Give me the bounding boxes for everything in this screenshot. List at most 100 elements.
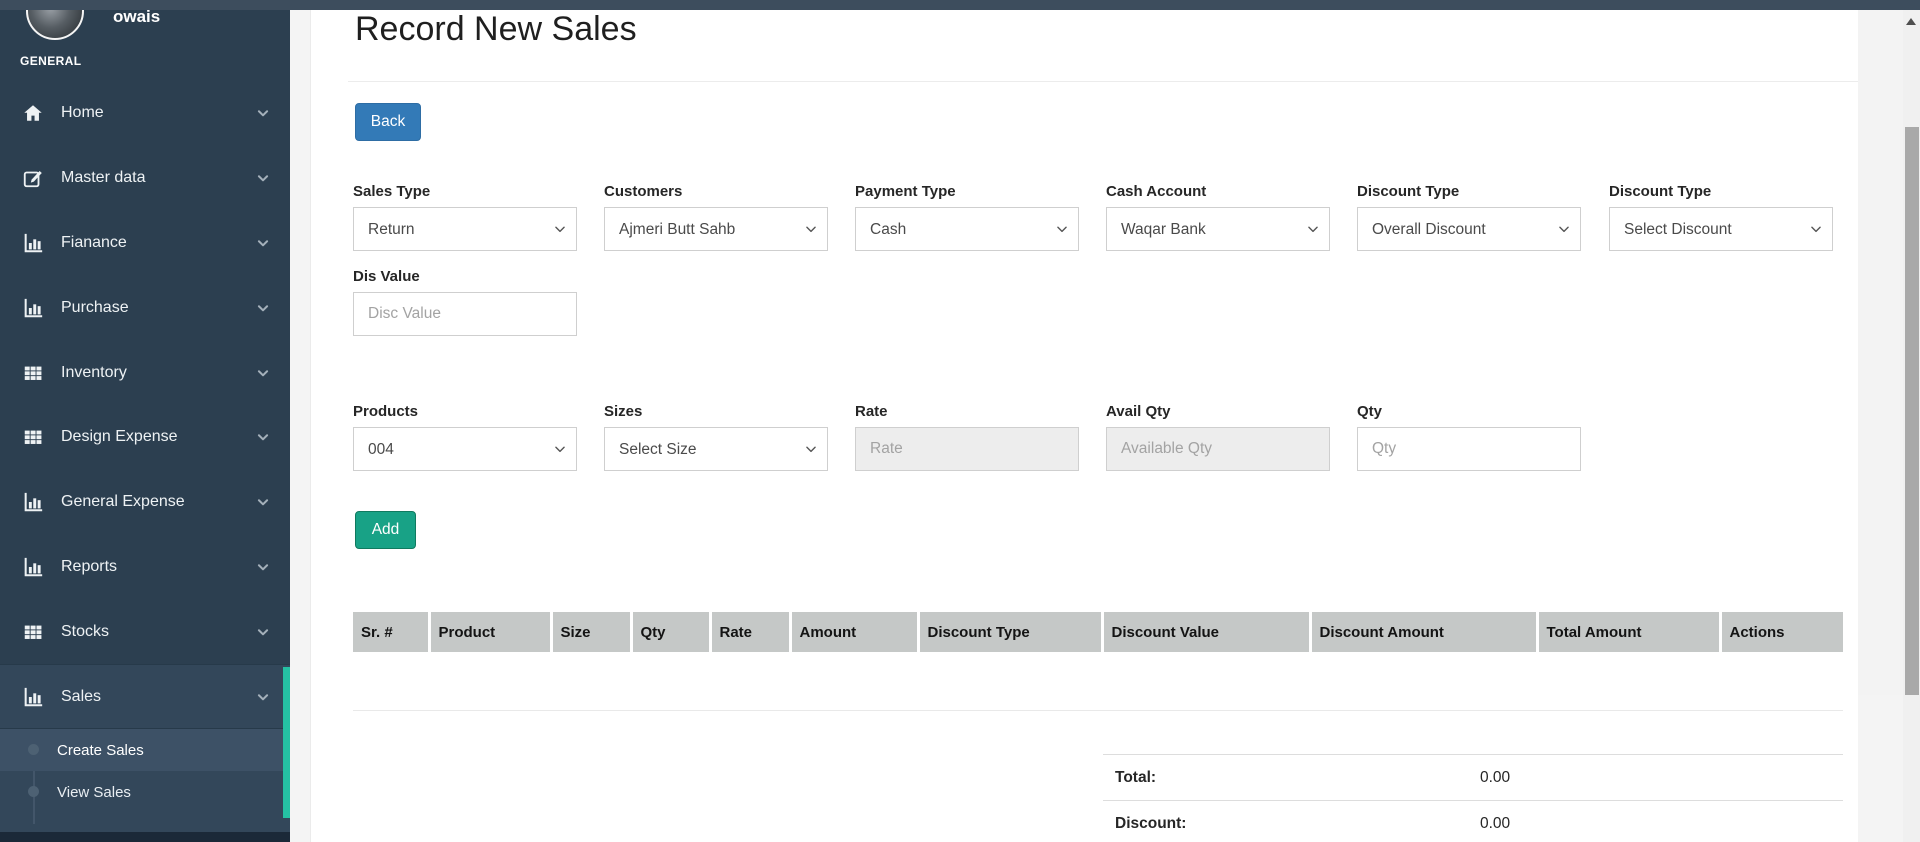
products-select[interactable]: 004 bbox=[353, 427, 577, 471]
table-header-row: Sr. # Product Size Qty Rate Amount Disco… bbox=[353, 612, 1843, 652]
customers-select[interactable]: Ajmeri Butt Sahb bbox=[604, 207, 828, 251]
discount-value: 0.00 bbox=[1480, 815, 1510, 833]
chevron-down-icon bbox=[256, 236, 270, 250]
sales-items-table: Sr. # Product Size Qty Rate Amount Disco… bbox=[353, 612, 1843, 652]
sidebar-item-inventory[interactable]: Inventory bbox=[0, 340, 290, 405]
scroll-up-arrow-icon[interactable] bbox=[1906, 18, 1916, 25]
col-discount-amount: Discount Amount bbox=[1310, 612, 1537, 652]
table-grid-icon bbox=[20, 426, 46, 448]
sidebar-item-reports[interactable]: Reports bbox=[0, 535, 290, 600]
page-title: Record New Sales bbox=[355, 10, 637, 49]
col-actions: Actions bbox=[1720, 612, 1843, 652]
sidebar-item-design-expense[interactable]: Design Expense bbox=[0, 405, 290, 470]
rate-input[interactable] bbox=[855, 427, 1079, 471]
back-button[interactable]: Back bbox=[355, 103, 421, 141]
bullet-dot-icon bbox=[28, 786, 39, 797]
chevron-down-icon bbox=[256, 690, 270, 704]
sidebar-item-label: Sales bbox=[61, 688, 101, 706]
table-grid-icon bbox=[20, 621, 46, 643]
vertical-scrollbar[interactable] bbox=[1903, 10, 1920, 842]
username: owais bbox=[113, 10, 160, 27]
dis-value-label: Dis Value bbox=[353, 268, 420, 285]
chevron-down-icon bbox=[256, 106, 270, 120]
sidebar-item-stocks[interactable]: Stocks bbox=[0, 599, 290, 664]
bar-chart-icon bbox=[20, 556, 46, 578]
discount-label: Discount: bbox=[1103, 815, 1480, 833]
add-button[interactable]: Add bbox=[355, 511, 416, 549]
sidebar-item-label: General Expense bbox=[61, 493, 185, 511]
discount-type-label: Discount Type bbox=[1357, 183, 1459, 200]
empty-table-row-divider bbox=[353, 710, 1843, 711]
main-content bbox=[290, 10, 1920, 842]
bar-chart-icon bbox=[20, 491, 46, 513]
sidebar-item-label: Reports bbox=[61, 558, 117, 576]
col-rate: Rate bbox=[710, 612, 790, 652]
active-section-accent-bar bbox=[283, 667, 290, 818]
sales-type-select[interactable]: Return bbox=[353, 207, 577, 251]
col-amount: Amount bbox=[790, 612, 918, 652]
sidebar-item-label: Stocks bbox=[61, 623, 109, 641]
sizes-label: Sizes bbox=[604, 403, 642, 420]
bullet-dot-icon bbox=[28, 744, 39, 755]
chevron-down-icon bbox=[256, 495, 270, 509]
col-discount-type: Discount Type bbox=[918, 612, 1102, 652]
bar-chart-icon bbox=[20, 686, 46, 708]
bar-chart-icon bbox=[20, 232, 46, 254]
chevron-down-icon bbox=[256, 366, 270, 380]
table-grid-icon bbox=[20, 362, 46, 384]
col-product: Product bbox=[429, 612, 551, 652]
submenu-label: View Sales bbox=[57, 784, 131, 801]
scrollbar-thumb[interactable] bbox=[1905, 127, 1919, 695]
sidebar-item-master-data[interactable]: Master data bbox=[0, 146, 290, 211]
discount-type-select-2[interactable]: Select Discount bbox=[1609, 207, 1833, 251]
sales-type-label: Sales Type bbox=[353, 183, 430, 200]
col-size: Size bbox=[551, 612, 631, 652]
sidebar-item-label: Fianance bbox=[61, 234, 127, 252]
sidebar-item-general-expense[interactable]: General Expense bbox=[0, 470, 290, 535]
title-divider bbox=[348, 81, 1858, 82]
discount-type-label-2: Discount Type bbox=[1609, 183, 1711, 200]
sidebar: owais GENERAL Home Master data bbox=[0, 10, 290, 842]
col-discount-value: Discount Value bbox=[1102, 612, 1310, 652]
avail-qty-input[interactable] bbox=[1106, 427, 1330, 471]
cash-account-select[interactable]: Waqar Bank bbox=[1106, 207, 1330, 251]
sidebar-item-label: Design Expense bbox=[61, 428, 178, 446]
sales-submenu: Create Sales View Sales bbox=[0, 729, 290, 840]
payment-type-select[interactable]: Cash bbox=[855, 207, 1079, 251]
sidebar-subitem-create-sales[interactable]: Create Sales bbox=[0, 729, 290, 771]
chevron-down-icon bbox=[256, 560, 270, 574]
chevron-down-icon bbox=[256, 430, 270, 444]
rate-label: Rate bbox=[855, 403, 888, 420]
avatar bbox=[26, 10, 84, 40]
dis-value-input[interactable] bbox=[353, 292, 577, 336]
edit-square-icon bbox=[20, 167, 46, 189]
sidebar-item-fianance[interactable]: Fianance bbox=[0, 211, 290, 276]
sidebar-item-label: Inventory bbox=[61, 364, 127, 382]
qty-input[interactable] bbox=[1357, 427, 1581, 471]
customers-label: Customers bbox=[604, 183, 682, 200]
home-icon bbox=[20, 102, 46, 124]
col-sr: Sr. # bbox=[353, 612, 429, 652]
payment-type-label: Payment Type bbox=[855, 183, 956, 200]
col-qty: Qty bbox=[631, 612, 710, 652]
sidebar-bottom-strip bbox=[0, 832, 290, 842]
sidebar-item-home[interactable]: Home bbox=[0, 81, 290, 146]
submenu-label: Create Sales bbox=[57, 742, 144, 759]
browser-top-strip bbox=[0, 0, 1920, 10]
sidebar-item-sales[interactable]: Sales bbox=[0, 664, 290, 729]
content-card bbox=[310, 10, 1858, 842]
discount-row: Discount: 0.00 bbox=[1103, 800, 1843, 842]
discount-type-select[interactable]: Overall Discount bbox=[1357, 207, 1581, 251]
col-total-amount: Total Amount bbox=[1537, 612, 1720, 652]
sidebar-item-purchase[interactable]: Purchase bbox=[0, 275, 290, 340]
chevron-down-icon bbox=[256, 301, 270, 315]
sidebar-item-label: Home bbox=[61, 104, 104, 122]
totals-summary: Total: 0.00 Discount: 0.00 bbox=[1103, 754, 1843, 842]
bar-chart-icon bbox=[20, 297, 46, 319]
avail-qty-label: Avail Qty bbox=[1106, 403, 1170, 420]
sidebar-item-label: Master data bbox=[61, 169, 145, 187]
sizes-select[interactable]: Select Size bbox=[604, 427, 828, 471]
screen: owais GENERAL Home Master data bbox=[0, 0, 1920, 842]
cash-account-label: Cash Account bbox=[1106, 183, 1206, 200]
sidebar-subitem-view-sales[interactable]: View Sales bbox=[0, 771, 290, 813]
